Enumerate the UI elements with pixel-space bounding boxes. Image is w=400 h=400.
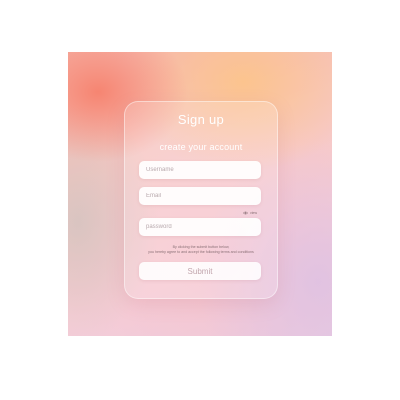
signup-card: Sign up create your account view By clic… <box>124 101 278 299</box>
username-input[interactable] <box>139 161 261 179</box>
eye-icon <box>243 211 248 214</box>
email-input[interactable] <box>139 187 261 205</box>
form-title: Sign up <box>177 112 225 127</box>
show-password-label: view <box>250 210 258 215</box>
terms-text: By clicking the submit button below, you… <box>135 245 267 255</box>
password-input[interactable] <box>139 218 261 236</box>
show-password-toggle[interactable]: view <box>243 209 257 216</box>
terms-line-2: you hereby agree to and accept the follo… <box>148 250 254 254</box>
form-subtitle: create your account <box>159 142 243 152</box>
submit-button[interactable]: Submit <box>139 262 261 280</box>
